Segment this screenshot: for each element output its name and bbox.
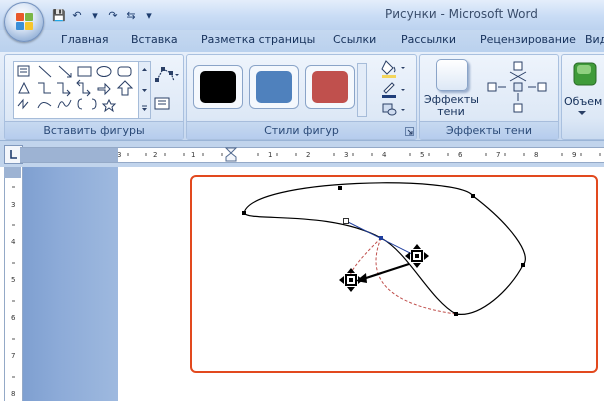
style-swatch-red[interactable] bbox=[305, 65, 355, 109]
office-button[interactable] bbox=[4, 2, 44, 42]
nudge-shadow-up-icon[interactable] bbox=[513, 61, 523, 71]
shadow-nudge-icons bbox=[487, 61, 547, 113]
dialog-launcher-icon[interactable] bbox=[405, 127, 414, 136]
horizontal-ruler-margin bbox=[20, 147, 118, 163]
tab-references[interactable]: Ссылки bbox=[333, 33, 376, 46]
hruler-label: 2 bbox=[153, 151, 157, 159]
group-label-shape-styles: Стили фигур bbox=[187, 121, 416, 139]
group-label-shadow-effects: Эффекты тени bbox=[420, 121, 558, 139]
vruler-label: 4 bbox=[11, 238, 16, 246]
redo-icon[interactable]: ↷ bbox=[106, 9, 120, 22]
swatch-fill bbox=[312, 71, 348, 103]
hruler-label: 3 bbox=[118, 151, 121, 159]
shadow-effects-label: Эффекты тени bbox=[424, 94, 479, 118]
vruler-label: 7 bbox=[11, 352, 15, 360]
save-icon[interactable]: 💾 bbox=[52, 9, 66, 22]
drawing-canvas[interactable] bbox=[190, 175, 598, 373]
undo-dropdown-icon[interactable]: ▾ bbox=[88, 9, 102, 22]
shapes-gallery-icons bbox=[17, 65, 134, 113]
tab-page-layout[interactable]: Разметка страницы bbox=[201, 33, 315, 46]
nudge-shadow-left-icon[interactable] bbox=[487, 82, 497, 92]
group-shape-styles: Стили фигур bbox=[186, 54, 417, 140]
3d-effects-label: Объем bbox=[564, 95, 603, 108]
vruler-label: 6 bbox=[11, 314, 16, 322]
hruler-label: 9 bbox=[572, 151, 576, 159]
group-label-insert-shapes: Вставить фигуры bbox=[5, 121, 183, 139]
shadow-toggle-icon[interactable] bbox=[513, 82, 523, 92]
window-title: Рисунки - Microsoft Word bbox=[385, 7, 538, 21]
nudge-shadow-down-icon[interactable] bbox=[513, 103, 523, 113]
nudge-shadow-right-icon[interactable] bbox=[537, 82, 547, 92]
styles-gallery-scroll[interactable] bbox=[357, 63, 367, 117]
hruler-label: 8 bbox=[534, 151, 538, 159]
group-3d-effects: Объем bbox=[561, 54, 604, 140]
shadow-effects-icon bbox=[436, 59, 468, 91]
vruler-label: 5 bbox=[11, 276, 15, 284]
hruler-label: 1 bbox=[191, 151, 195, 159]
hruler-label: 2 bbox=[306, 151, 310, 159]
vertical-ruler-marks: 3 4 5 6 7 8 bbox=[11, 186, 16, 398]
chevron-down-icon bbox=[578, 111, 586, 115]
3d-cube-icon bbox=[573, 62, 597, 86]
tab-review[interactable]: Рецензирование bbox=[480, 33, 576, 46]
shadow-label-line2: тени bbox=[437, 105, 465, 118]
quick-access-toolbar: 💾 ↶ ▾ ↷ ⇆ ▾ bbox=[52, 6, 156, 24]
hruler-label: 1 bbox=[268, 151, 272, 159]
shape-fill-outline-icons bbox=[381, 60, 405, 116]
tab-insert[interactable]: Вставка bbox=[131, 33, 178, 46]
horizontal-ruler-marks: 3 2 1 1 2 3 4 5 6 7 8 9 bbox=[118, 147, 601, 162]
undo-icon[interactable]: ↶ bbox=[70, 9, 84, 22]
edit-shape-icon[interactable] bbox=[154, 65, 180, 85]
style-swatch-blue[interactable] bbox=[249, 65, 299, 109]
customize-qat-icon[interactable]: ▾ bbox=[142, 9, 156, 22]
hruler-label: 4 bbox=[382, 151, 387, 159]
shadow-effects-button[interactable]: Эффекты тени bbox=[424, 57, 479, 118]
swatch-fill bbox=[200, 71, 236, 103]
tab-home[interactable]: Главная bbox=[61, 33, 109, 46]
group-insert-shapes: Вставить фигуры bbox=[4, 54, 184, 140]
hruler-label: 7 bbox=[496, 151, 500, 159]
tab-view[interactable]: Вид bbox=[585, 33, 604, 46]
office-logo-icon bbox=[16, 13, 33, 30]
style-swatch-black[interactable] bbox=[193, 65, 243, 109]
shapes-gallery-scroll[interactable] bbox=[138, 61, 151, 119]
3d-effects-button[interactable]: Объем bbox=[564, 57, 604, 117]
group-shadow-effects: Эффекты тени Эффекты тени bbox=[419, 54, 559, 140]
shape-fill-icon[interactable] bbox=[381, 60, 405, 78]
swatch-fill bbox=[256, 71, 292, 103]
scroll-arrows-icon bbox=[142, 68, 147, 111]
change-shape-icon[interactable] bbox=[382, 103, 405, 116]
text-box-icon[interactable] bbox=[154, 97, 174, 111]
shapes-gallery[interactable] bbox=[13, 61, 139, 119]
hruler-label: 3 bbox=[344, 151, 348, 159]
indent-marker-icon[interactable] bbox=[224, 147, 238, 162]
shape-outline-icon[interactable] bbox=[382, 82, 405, 98]
hruler-label: 5 bbox=[420, 151, 424, 159]
repeat-icon[interactable]: ⇆ bbox=[124, 9, 138, 22]
vruler-label: 3 bbox=[11, 201, 15, 209]
vruler-label: 8 bbox=[11, 390, 15, 398]
hruler-label: 6 bbox=[458, 151, 463, 159]
tab-mailings[interactable]: Рассылки bbox=[401, 33, 456, 46]
document-background bbox=[21, 167, 118, 401]
